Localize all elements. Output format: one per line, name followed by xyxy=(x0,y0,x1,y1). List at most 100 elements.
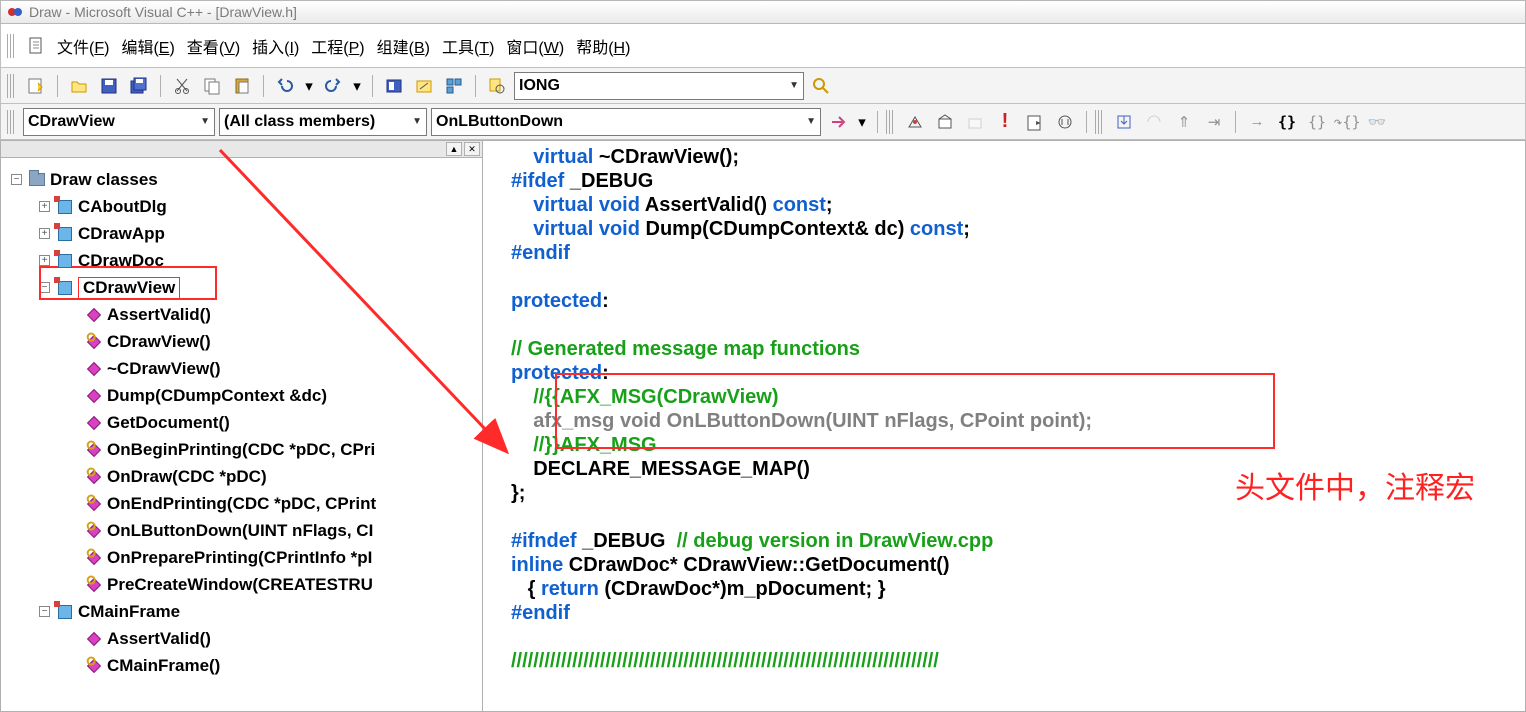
separator xyxy=(263,75,264,97)
doc-icon[interactable] xyxy=(23,33,49,59)
toolbar-gripper[interactable] xyxy=(7,110,15,134)
function-icon xyxy=(85,630,103,648)
expand-icon[interactable]: + xyxy=(39,255,50,266)
class-tree[interactable]: −Draw classes +CAboutDlg +CDrawApp +CDra… xyxy=(0,158,483,712)
tree-class[interactable]: +CAboutDlg xyxy=(5,193,478,220)
step-into-button[interactable] xyxy=(1111,109,1137,135)
menu-project[interactable]: 工程(P) xyxy=(307,32,368,60)
go-dropdown[interactable]: ▾ xyxy=(855,109,869,135)
menu-view[interactable]: 查看(V) xyxy=(183,32,244,60)
tree-func[interactable]: CDrawView() xyxy=(5,328,478,355)
tree-root[interactable]: −Draw classes xyxy=(5,166,478,193)
menu-tools[interactable]: 工具(T) xyxy=(438,32,498,60)
window-list-button[interactable] xyxy=(441,73,467,99)
open-button[interactable] xyxy=(66,73,92,99)
tree-func[interactable]: Dump(CDumpContext &dc) xyxy=(5,382,478,409)
toolbar-gripper[interactable] xyxy=(7,74,15,98)
undo-dropdown[interactable]: ▾ xyxy=(302,73,316,99)
collapse-icon[interactable]: − xyxy=(11,174,22,185)
cut-button[interactable] xyxy=(169,73,195,99)
class-icon xyxy=(56,198,74,216)
menu-insert[interactable]: 插入(I) xyxy=(248,32,303,60)
toolbar-gripper[interactable] xyxy=(886,110,894,134)
chevron-down-icon: ▼ xyxy=(789,80,799,91)
quick-watch-button[interactable]: 👓 xyxy=(1364,109,1390,135)
stop-build-button[interactable] xyxy=(962,109,988,135)
separator xyxy=(160,75,161,97)
separator xyxy=(1235,111,1236,133)
tree-class-selected[interactable]: −CDrawView xyxy=(5,274,478,301)
key-function-icon xyxy=(85,522,103,540)
function-icon xyxy=(85,306,103,324)
workspace-button[interactable] xyxy=(381,73,407,99)
menu-edit[interactable]: 编辑(E) xyxy=(117,32,178,60)
copy-button[interactable] xyxy=(199,73,225,99)
tree-func[interactable]: PreCreateWindow(CREATESTRU xyxy=(5,571,478,598)
redo-dropdown[interactable]: ▾ xyxy=(350,73,364,99)
function-combo[interactable]: OnLButtonDown ▼ xyxy=(431,108,821,136)
tree-func[interactable]: OnEndPrinting(CDC *pDC, CPrint xyxy=(5,490,478,517)
separator xyxy=(372,75,373,97)
run-to-cursor-button[interactable]: ⇥ xyxy=(1201,109,1227,135)
expand-icon[interactable]: + xyxy=(39,201,50,212)
menu-build[interactable]: 组建(B) xyxy=(373,32,434,60)
tree-func[interactable]: AssertValid() xyxy=(5,301,478,328)
redo-button[interactable] xyxy=(320,73,346,99)
find-combo[interactable]: IONG ▼ xyxy=(514,72,804,100)
brace-left-button[interactable]: {} xyxy=(1274,109,1300,135)
class-combo[interactable]: CDrawView ▼ xyxy=(23,108,215,136)
folder-icon xyxy=(28,171,46,189)
brace-right-button[interactable]: {} xyxy=(1304,109,1330,135)
find-in-files-button[interactable] xyxy=(484,73,510,99)
save-all-button[interactable] xyxy=(126,73,152,99)
tree-func[interactable]: OnDraw(CDC *pDC) xyxy=(5,463,478,490)
tree-func[interactable]: ~CDrawView() xyxy=(5,355,478,382)
tree-class[interactable]: +CDrawDoc xyxy=(5,247,478,274)
code-editor[interactable]: virtual ~CDrawView(); #ifdef _DEBUG virt… xyxy=(483,140,1526,712)
toolbar-gripper[interactable] xyxy=(7,34,15,58)
step-over-button[interactable] xyxy=(1141,109,1167,135)
breakpoint-button[interactable] xyxy=(1052,109,1078,135)
workspace-pane: ▲ ✕ −Draw classes +CAboutDlg +CDrawApp +… xyxy=(0,140,483,712)
toolbar-gripper[interactable] xyxy=(1095,110,1103,134)
separator xyxy=(1086,111,1087,133)
separator xyxy=(877,111,878,133)
collapse-icon[interactable]: − xyxy=(39,282,50,293)
tree-func[interactable]: OnBeginPrinting(CDC *pDC, CPri xyxy=(5,436,478,463)
tree-func[interactable]: CMainFrame() xyxy=(5,652,478,679)
step-out-button[interactable]: ⇑ xyxy=(1171,109,1197,135)
go-button[interactable] xyxy=(825,109,851,135)
key-function-icon xyxy=(85,549,103,567)
menu-window[interactable]: 窗口(W) xyxy=(502,32,568,60)
execute-button[interactable]: ! xyxy=(992,109,1018,135)
collapse-icon[interactable]: − xyxy=(39,606,50,617)
undo-button[interactable] xyxy=(272,73,298,99)
annotation-box xyxy=(555,373,1275,449)
wizard-toolbar: CDrawView ▼ (All class members) ▼ OnLBut… xyxy=(0,104,1526,140)
tree-func[interactable]: OnPreparePrinting(CPrintInfo *pI xyxy=(5,544,478,571)
tree-func[interactable]: GetDocument() xyxy=(5,409,478,436)
class-icon xyxy=(56,603,74,621)
menu-help[interactable]: 帮助(H) xyxy=(572,32,634,60)
tree-class[interactable]: −CMainFrame xyxy=(5,598,478,625)
find-button[interactable] xyxy=(808,73,834,99)
new-text-file-button[interactable] xyxy=(23,73,49,99)
step-button[interactable]: ↷{} xyxy=(1334,109,1360,135)
build-button[interactable] xyxy=(932,109,958,135)
members-combo[interactable]: (All class members) ▼ xyxy=(219,108,427,136)
save-button[interactable] xyxy=(96,73,122,99)
tree-func[interactable]: AssertValid() xyxy=(5,625,478,652)
output-button[interactable] xyxy=(411,73,437,99)
window-titlebar: Draw - Microsoft Visual C++ - [DrawView.… xyxy=(0,0,1526,24)
close-pane-button[interactable]: ✕ xyxy=(464,142,480,156)
menu-file[interactable]: 文件(F) xyxy=(53,32,113,60)
expand-icon[interactable]: + xyxy=(39,228,50,239)
go-debug-button[interactable] xyxy=(1022,109,1048,135)
paste-button[interactable] xyxy=(229,73,255,99)
tree-func[interactable]: OnLButtonDown(UINT nFlags, CI xyxy=(5,517,478,544)
float-pane-button[interactable]: ▲ xyxy=(446,142,462,156)
chevron-down-icon: ▼ xyxy=(200,116,210,127)
next-statement-button[interactable]: → xyxy=(1244,109,1270,135)
tree-class[interactable]: +CDrawApp xyxy=(5,220,478,247)
compile-button[interactable] xyxy=(902,109,928,135)
